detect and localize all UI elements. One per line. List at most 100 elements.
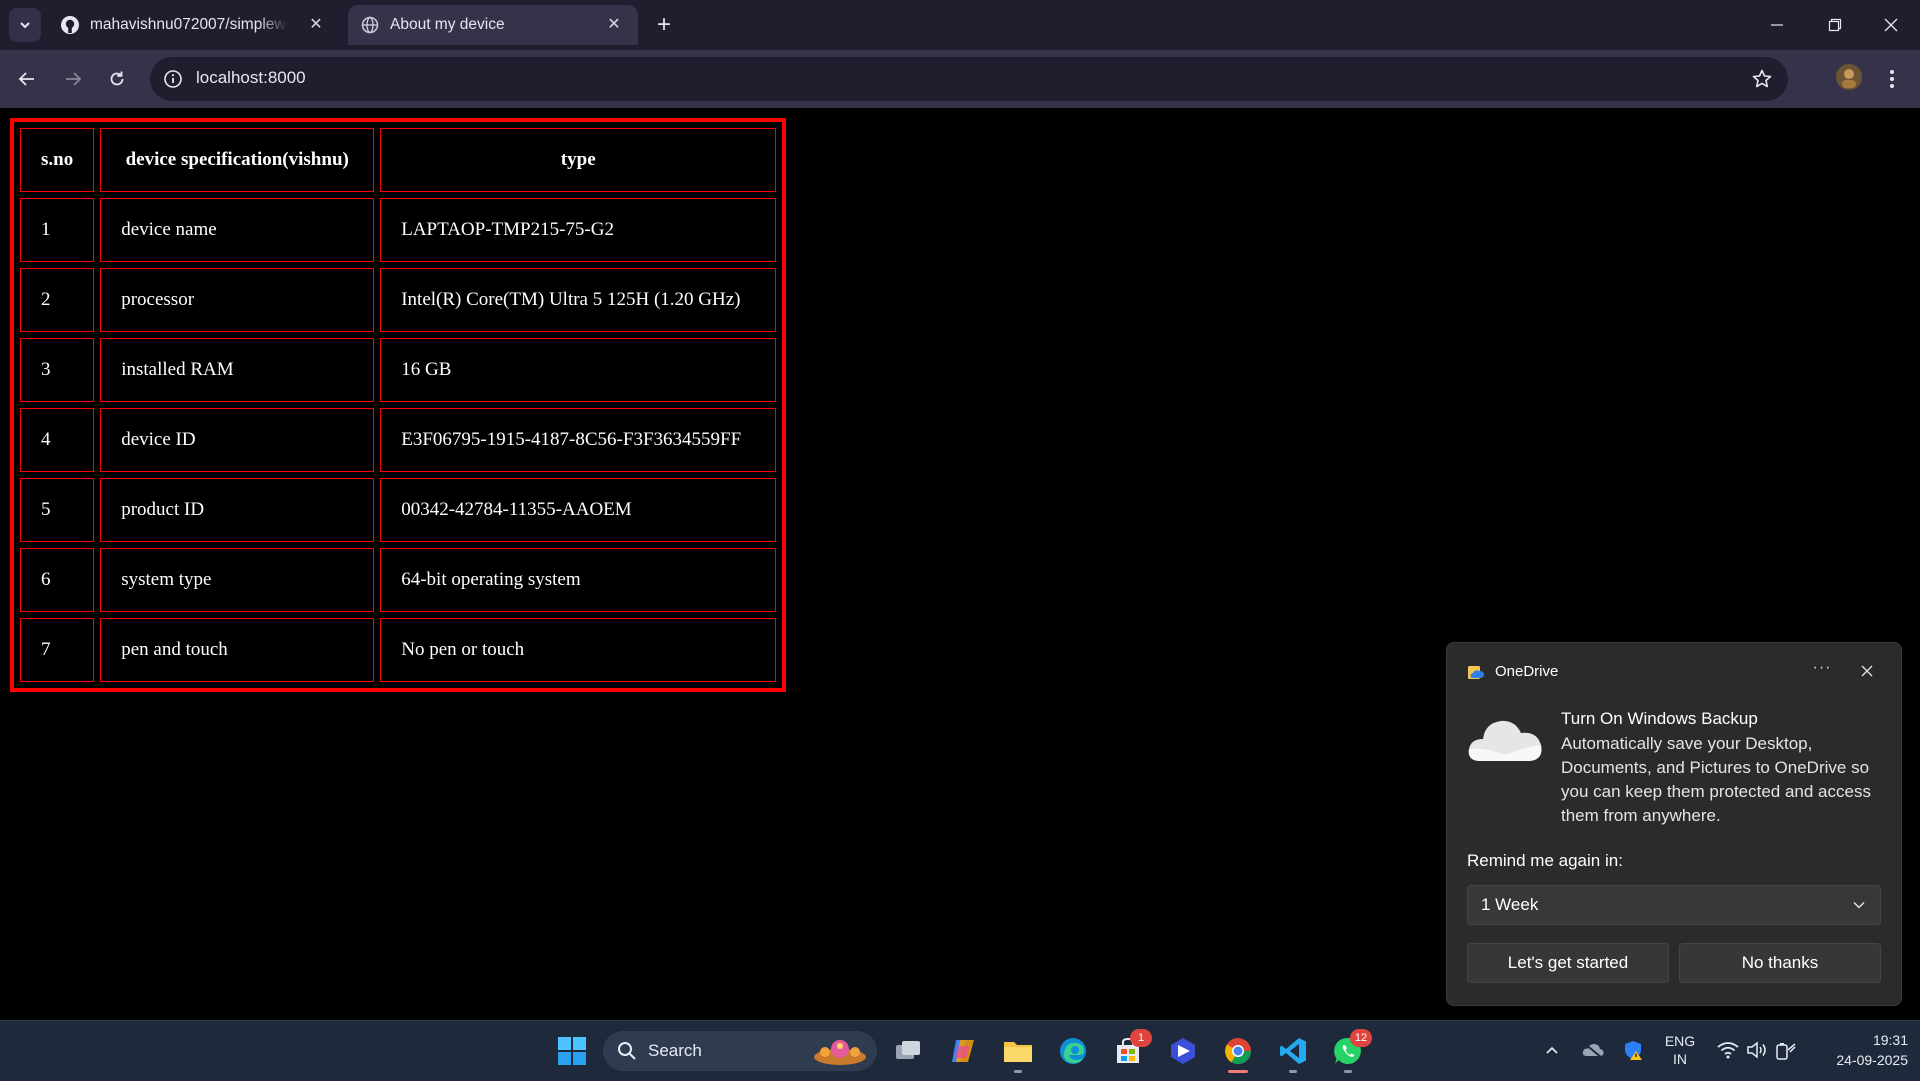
minimize-button[interactable] bbox=[1748, 0, 1806, 50]
cell-type: 64-bit operating system bbox=[380, 548, 777, 612]
cell-sno: 2 bbox=[20, 268, 95, 332]
onedrive-notification: OneDrive ··· Turn On Windows Backup Auto… bbox=[1446, 642, 1902, 1006]
battery-tray-button[interactable] bbox=[1772, 1020, 1798, 1080]
reload-button[interactable] bbox=[100, 62, 134, 96]
no-thanks-button[interactable]: No thanks bbox=[1679, 943, 1881, 983]
active-indicator bbox=[1228, 1070, 1248, 1073]
tab-title: About my device bbox=[390, 16, 505, 33]
hexagon-app-icon bbox=[1171, 1038, 1195, 1064]
language-indicator[interactable]: ENG IN bbox=[1660, 1032, 1700, 1068]
forward-button[interactable] bbox=[56, 62, 90, 96]
more-options-button[interactable]: ··· bbox=[1807, 659, 1837, 685]
taskbar-search[interactable]: Search bbox=[603, 1031, 877, 1071]
cell-type: Intel(R) Core(TM) Ultra 5 125H (1.20 GHz… bbox=[380, 268, 777, 332]
arrow-left-icon bbox=[18, 72, 34, 86]
chrome-icon bbox=[1225, 1038, 1252, 1065]
cell-type: 16 GB bbox=[380, 338, 777, 402]
device-spec-table: s.no device specification(vishnu) type 1… bbox=[10, 118, 787, 692]
profile-avatar[interactable] bbox=[1836, 64, 1862, 90]
cell-type: 00342-42784-11355-AAOEM bbox=[380, 478, 777, 542]
taskbar-store[interactable]: 1 bbox=[1110, 1029, 1152, 1069]
tab-search-button[interactable] bbox=[9, 8, 41, 42]
browser-menu-button[interactable] bbox=[1882, 64, 1902, 94]
new-tab-button[interactable]: + bbox=[652, 11, 676, 38]
cell-spec: system type bbox=[100, 548, 375, 612]
table-row: 5 product ID 00342-42784-11355-AAOEM bbox=[20, 478, 777, 542]
battery-charging-icon bbox=[1776, 1043, 1796, 1060]
table-row: 2 processor Intel(R) Core(TM) Ultra 5 12… bbox=[20, 268, 777, 332]
table-row: 3 installed RAM 16 GB bbox=[20, 338, 777, 402]
tab-about-my-device[interactable]: About my device ✕ bbox=[348, 5, 638, 45]
remind-interval-select[interactable]: 1 Week bbox=[1467, 885, 1881, 925]
cell-sno: 6 bbox=[20, 548, 95, 612]
copilot-icon bbox=[952, 1040, 974, 1062]
notification-title: Turn On Windows Backup bbox=[1561, 709, 1758, 728]
url-text: localhost:8000 bbox=[196, 68, 306, 87]
onedrive-tray-button[interactable] bbox=[1578, 1020, 1608, 1080]
close-icon[interactable]: ✕ bbox=[604, 14, 624, 34]
taskbar-vscode[interactable] bbox=[1275, 1033, 1311, 1073]
task-view-button[interactable] bbox=[890, 1033, 926, 1069]
tab-title: mahavishnu072007/simplewebsite bbox=[90, 16, 288, 33]
wifi-tray-button[interactable] bbox=[1714, 1020, 1742, 1080]
info-icon[interactable] bbox=[162, 68, 184, 90]
cell-spec: product ID bbox=[100, 478, 375, 542]
taskbar-file-explorer[interactable] bbox=[1000, 1033, 1036, 1073]
notification-close-button[interactable] bbox=[1853, 657, 1881, 685]
vscode-icon bbox=[1280, 1038, 1306, 1064]
running-indicator bbox=[1014, 1070, 1022, 1073]
window-close-button[interactable] bbox=[1862, 0, 1920, 50]
table-row: 7 pen and touch No pen or touch bbox=[20, 618, 777, 682]
restore-button[interactable] bbox=[1806, 0, 1864, 50]
cell-sno: 3 bbox=[20, 338, 95, 402]
show-hidden-icons-button[interactable] bbox=[1538, 1020, 1566, 1080]
lets-get-started-button[interactable]: Let's get started bbox=[1467, 943, 1669, 983]
table-row: 6 system type 64-bit operating system bbox=[20, 548, 777, 612]
table-row: 1 device name LAPTAOP-TMP215-75-G2 bbox=[20, 198, 777, 262]
table-header-row: s.no device specification(vishnu) type bbox=[20, 128, 777, 192]
windows-logo-icon bbox=[558, 1037, 586, 1065]
chevron-down-icon bbox=[1853, 901, 1865, 909]
speaker-icon bbox=[1747, 1041, 1766, 1059]
restore-icon bbox=[1828, 18, 1842, 32]
taskbar-app[interactable] bbox=[1165, 1033, 1201, 1069]
close-icon[interactable]: ✕ bbox=[306, 14, 326, 34]
cell-sno: 5 bbox=[20, 478, 95, 542]
remind-label: Remind me again in: bbox=[1467, 851, 1623, 870]
avatar-image-icon bbox=[1836, 64, 1862, 90]
reload-icon bbox=[110, 71, 124, 86]
taskbar-search-label: Search bbox=[648, 1041, 702, 1060]
search-icon bbox=[618, 1042, 636, 1060]
browser-titlebar: mahavishnu072007/simplewebsite ✕ About m… bbox=[0, 0, 1920, 50]
close-icon bbox=[1884, 18, 1898, 32]
tab-github[interactable]: mahavishnu072007/simplewebsite ✕ bbox=[48, 5, 340, 45]
volume-tray-button[interactable] bbox=[1744, 1020, 1770, 1080]
wifi-icon bbox=[1717, 1042, 1739, 1059]
chevron-down-icon bbox=[20, 22, 30, 29]
star-icon[interactable] bbox=[1750, 67, 1774, 91]
table-row: 4 device ID E3F06795-1915-4187-8C56-F3F3… bbox=[20, 408, 777, 472]
taskbar-edge[interactable] bbox=[1055, 1033, 1091, 1069]
remind-interval-value: 1 Week bbox=[1481, 895, 1539, 914]
back-button[interactable] bbox=[10, 62, 44, 96]
start-button[interactable] bbox=[554, 1033, 590, 1069]
cell-spec: device ID bbox=[100, 408, 375, 472]
clock-date: 24-09-2025 bbox=[1836, 1052, 1908, 1068]
shield-warning-icon bbox=[1625, 1041, 1642, 1060]
taskbar-copilot[interactable] bbox=[945, 1033, 981, 1069]
cell-spec: pen and touch bbox=[100, 618, 375, 682]
clock-time: 19:31 bbox=[1872, 1032, 1908, 1048]
clock[interactable]: 19:31 24-09-2025 bbox=[1808, 1030, 1908, 1070]
security-tray-button[interactable] bbox=[1618, 1020, 1648, 1080]
notification-body: Automatically save your Desktop, Documen… bbox=[1561, 734, 1871, 825]
cell-spec: processor bbox=[100, 268, 375, 332]
cloud-icon bbox=[1468, 720, 1542, 761]
taskbar-whatsapp[interactable]: 12 bbox=[1330, 1029, 1372, 1073]
address-bar[interactable]: localhost:8000 bbox=[150, 57, 1788, 101]
minimize-icon bbox=[1771, 24, 1783, 26]
onedrive-app-icon bbox=[1468, 666, 1484, 679]
folder-icon bbox=[1004, 1042, 1032, 1062]
header-sno: s.no bbox=[20, 128, 95, 192]
cell-type: E3F06795-1915-4187-8C56-F3F3634559FF bbox=[380, 408, 777, 472]
taskbar-chrome[interactable] bbox=[1220, 1033, 1256, 1073]
